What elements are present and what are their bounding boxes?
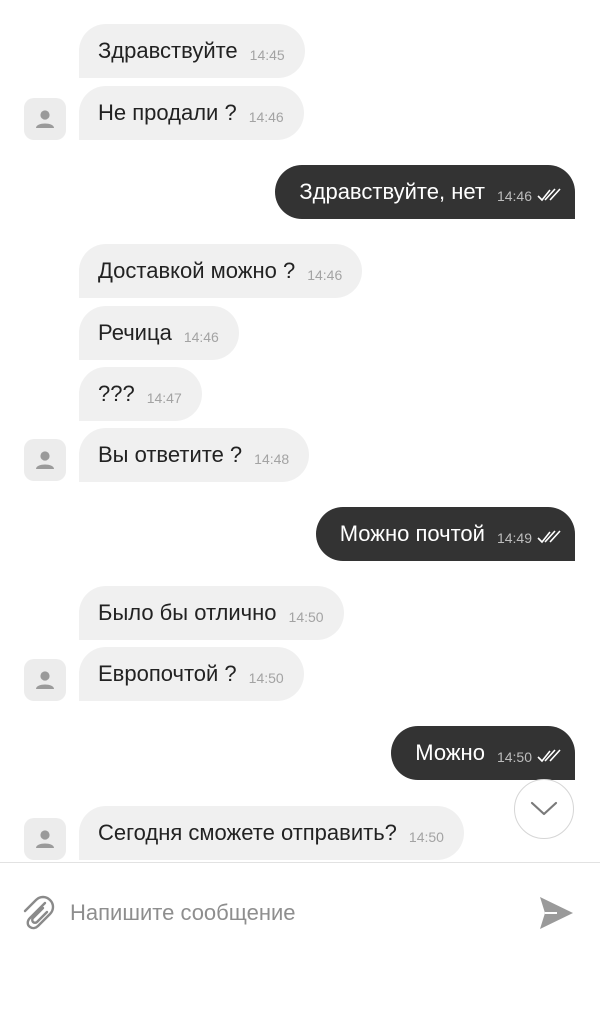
- message-time: 14:50: [248, 670, 284, 686]
- avatar[interactable]: [24, 98, 66, 140]
- paperclip-icon: [23, 895, 55, 930]
- outgoing-message[interactable]: Можно почтой 14:49: [315, 507, 575, 561]
- message-text: Вы ответите ?: [98, 442, 243, 467]
- message-text: ???: [98, 381, 135, 406]
- incoming-message[interactable]: Речица 14:46: [79, 306, 239, 360]
- scroll-to-bottom-button[interactable]: [514, 779, 574, 839]
- incoming-message[interactable]: Европочтой ? 14:50: [79, 647, 304, 701]
- message-text: Сегодня сможете отправить?: [98, 820, 397, 845]
- chat-history[interactable]: Здравствуйте 14:45 Не продали ? 14:46 Зд…: [0, 0, 600, 862]
- avatar[interactable]: [24, 439, 66, 481]
- message-text: Доставкой можно ?: [98, 258, 296, 283]
- incoming-message[interactable]: Доставкой можно ? 14:46: [79, 244, 363, 298]
- user-icon: [36, 830, 54, 848]
- message-time: 14:46: [307, 267, 343, 283]
- message-text: Можно: [415, 740, 485, 765]
- message-time: 14:50: [288, 609, 324, 625]
- message-text: Здравствуйте, нет: [299, 179, 485, 204]
- message-time: 14:48: [254, 451, 290, 467]
- user-icon: [36, 671, 54, 689]
- incoming-message[interactable]: Здравствуйте 14:45: [79, 24, 305, 78]
- message-text: Здравствуйте: [98, 38, 238, 63]
- message-text: Речица: [98, 320, 172, 345]
- message-time: 14:49: [496, 530, 532, 546]
- message-text: Можно почтой: [339, 521, 485, 546]
- message-text: Было бы отлично: [98, 600, 277, 625]
- outgoing-message[interactable]: Можно 14:50: [391, 726, 575, 780]
- chevron-down-icon: [530, 801, 558, 816]
- double-check-icon: [537, 749, 561, 763]
- avatar[interactable]: [24, 818, 66, 860]
- double-check-icon: [537, 530, 561, 544]
- user-icon: [36, 110, 54, 128]
- send-icon: [540, 897, 573, 929]
- user-icon: [36, 451, 54, 469]
- message-time: 14:45: [249, 47, 285, 63]
- incoming-message[interactable]: Вы ответите ? 14:48: [79, 428, 310, 482]
- message-time: 14:50: [496, 749, 532, 765]
- avatar[interactable]: [24, 659, 66, 701]
- send-button[interactable]: [537, 893, 575, 933]
- attach-button[interactable]: [19, 893, 55, 933]
- message-time: 14:47: [146, 390, 182, 406]
- incoming-message[interactable]: Было бы отлично 14:50: [79, 586, 344, 640]
- incoming-message[interactable]: Не продали ? 14:46: [79, 86, 304, 140]
- double-check-icon: [537, 188, 561, 202]
- message-text: Не продали ?: [98, 100, 237, 125]
- outgoing-message[interactable]: Здравствуйте, нет 14:46: [275, 165, 575, 219]
- message-text: Европочтой ?: [98, 661, 237, 686]
- incoming-message[interactable]: Сегодня сможете отправить? 14:50: [79, 806, 464, 860]
- message-time: 14:46: [248, 109, 284, 125]
- message-time: 14:50: [408, 829, 444, 845]
- message-composer: [0, 862, 600, 1010]
- message-time: 14:46: [496, 188, 532, 204]
- message-input[interactable]: [70, 891, 510, 935]
- incoming-message[interactable]: ??? 14:47: [79, 367, 202, 421]
- message-time: 14:46: [183, 329, 219, 345]
